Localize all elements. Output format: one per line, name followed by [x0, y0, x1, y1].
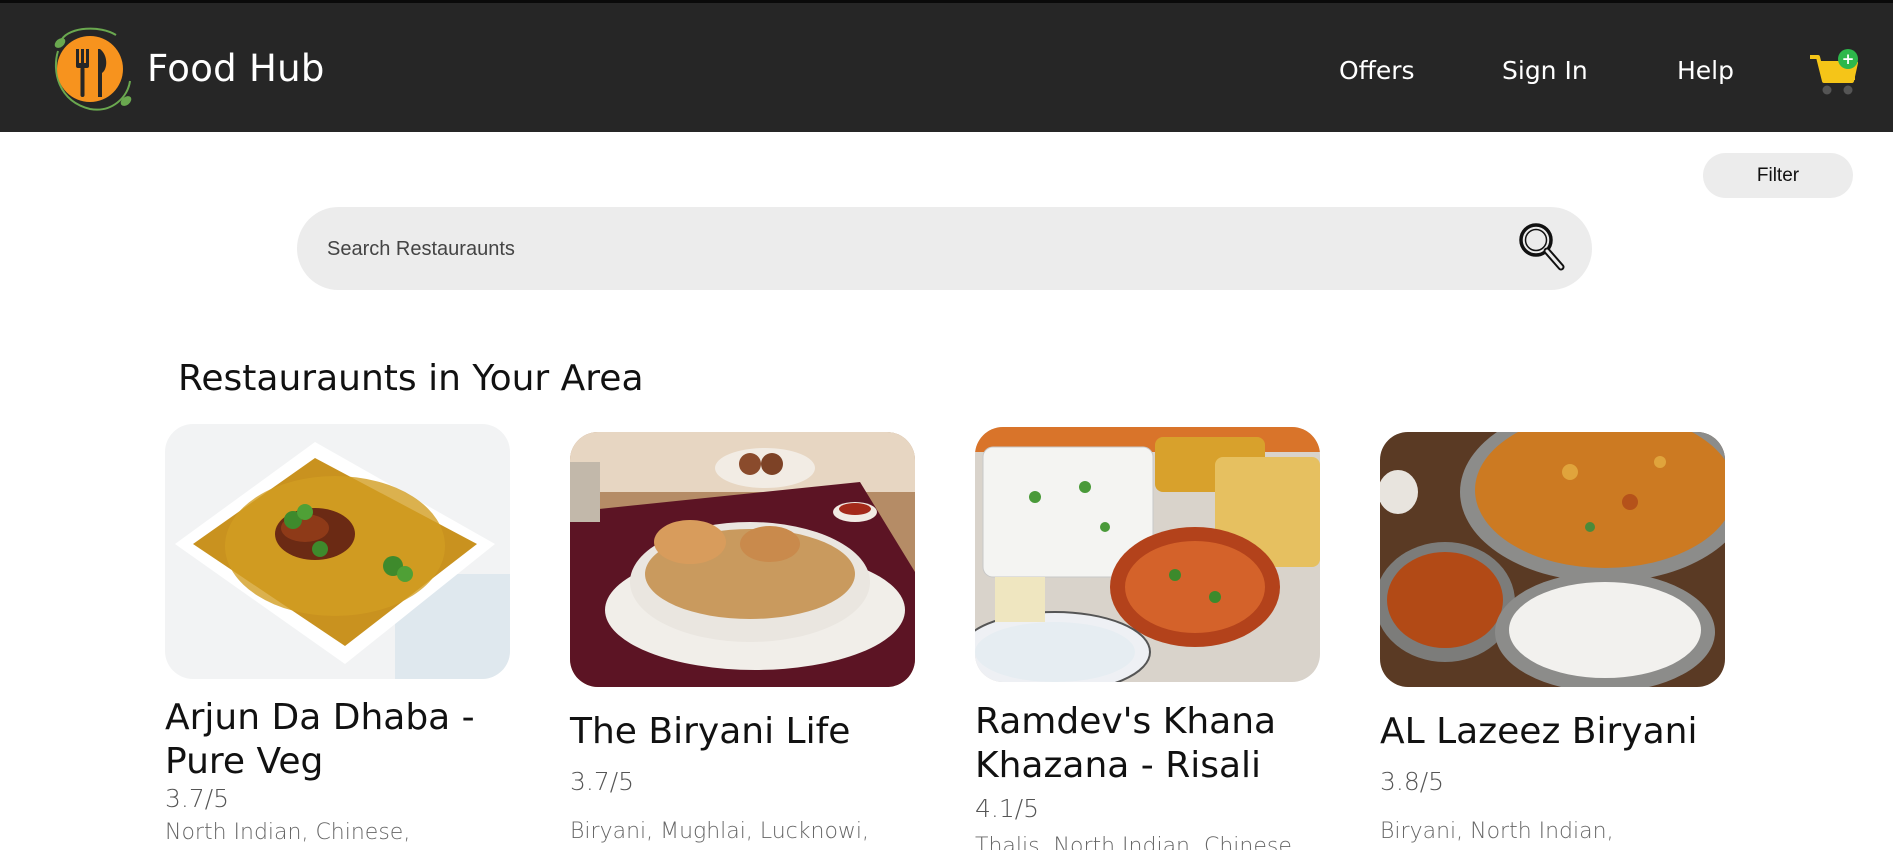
restaurant-name-line: Ramdev's Khana — [975, 701, 1277, 742]
restaurant-image[interactable] — [165, 424, 510, 679]
search-bar — [297, 207, 1592, 290]
brand-name[interactable]: Food Hub — [147, 47, 325, 90]
restaurant-rating: 3.8/5 — [1380, 767, 1445, 796]
cart-badge-text: + — [1842, 50, 1855, 68]
restaurant-image[interactable] — [1380, 432, 1725, 687]
restaurant-card[interactable]: The Biryani Life 3.7/5 Biryani, Mughlai,… — [570, 432, 920, 850]
restaurant-cuisine: Thalis, North Indian, Chinese, — [975, 834, 1299, 850]
restaurant-rating: 4.1/5 — [975, 794, 1040, 823]
restaurant-name[interactable]: The Biryani Life — [570, 710, 920, 754]
restaurant-card[interactable]: Arjun Da Dhaba - Pure Veg 3.7/5 North In… — [165, 424, 515, 850]
restaurant-cuisine: Biryani, Mughlai, Lucknowi, — [570, 819, 870, 844]
restaurant-name[interactable]: Ramdev's Khana Khazana - Risali — [975, 700, 1325, 788]
nav-offers-link[interactable]: Offers — [1339, 56, 1415, 85]
restaurant-image[interactable] — [975, 427, 1320, 682]
restaurant-rating: 3.7/5 — [570, 767, 635, 796]
restaurant-name-line: Khazana - Risali — [975, 745, 1262, 786]
logo-icon[interactable] — [50, 21, 132, 117]
search-icon[interactable] — [1517, 221, 1565, 273]
section-title: Restauraunts in Your Area — [178, 358, 644, 399]
restaurant-card[interactable]: AL Lazeez Biryani 3.8/5 Biryani, North I… — [1380, 432, 1730, 850]
restaurant-cuisine: Biryani, North Indian, — [1380, 819, 1614, 844]
restaurant-name-line: Pure Veg — [165, 741, 324, 782]
restaurant-name[interactable]: Arjun Da Dhaba - Pure Veg — [165, 696, 515, 784]
restaurant-name-line: Arjun Da Dhaba - — [165, 697, 475, 738]
top-nav-bar: Food Hub Offers Sign In Help + — [0, 0, 1893, 132]
cart-icon[interactable]: + — [1808, 47, 1860, 97]
restaurant-rating: 3.7/5 — [165, 784, 230, 813]
nav-help-link[interactable]: Help — [1677, 56, 1734, 85]
restaurant-image[interactable] — [570, 432, 915, 687]
filter-button[interactable]: Filter — [1703, 153, 1853, 198]
restaurant-card[interactable]: Ramdev's Khana Khazana - Risali 4.1/5 Th… — [975, 427, 1325, 850]
search-input[interactable] — [327, 231, 1477, 267]
nav-sign-in-link[interactable]: Sign In — [1502, 56, 1588, 85]
restaurant-name[interactable]: AL Lazeez Biryani — [1380, 710, 1730, 754]
restaurant-cuisine: North Indian, Chinese, — [165, 820, 411, 845]
